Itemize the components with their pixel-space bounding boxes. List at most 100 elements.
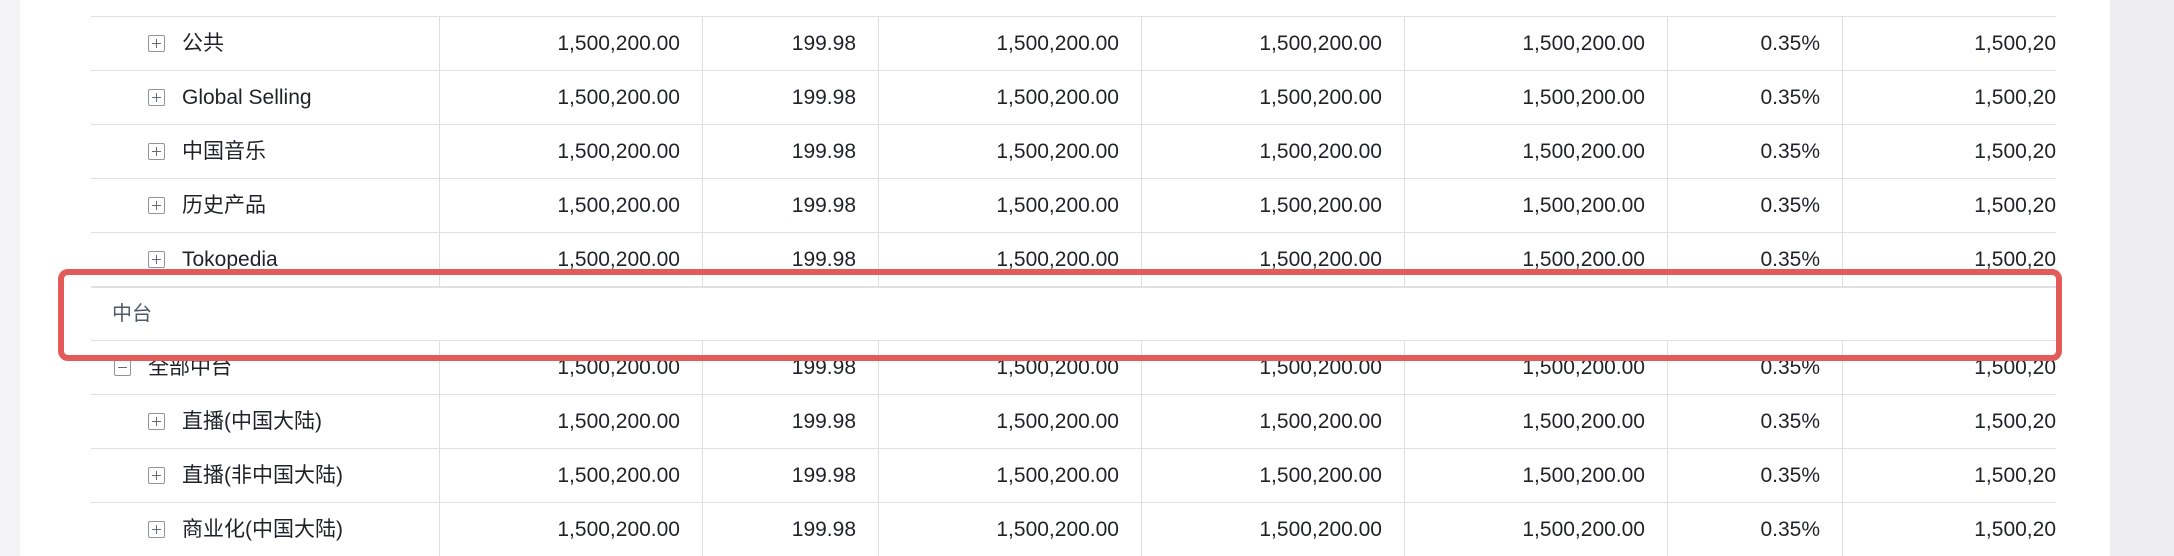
ratio-cell: 0.35% <box>1668 449 1843 502</box>
metric-d-cell: 1,500,200.00 <box>1142 17 1405 70</box>
table-panel: 公共 1,500,200.00 199.98 1,500,200.00 1,500,20… <box>20 0 2110 556</box>
metric-b-cell: 199.98 <box>703 503 879 556</box>
table-row[interactable]: 直播(中国大陆) 1,500,200.00 199.98 1,500,200.00 1,… <box>91 395 2056 449</box>
metric-e-cell: 1,500,200.00 <box>1405 71 1668 124</box>
metric-c-cell: 1,500,200.00 <box>879 179 1142 232</box>
section-label: 中台 <box>112 303 152 325</box>
metric-e-cell: 1,500,200.00 <box>1405 125 1668 178</box>
table-row[interactable]: 中国音乐 1,500,200.00 199.98 1,500,200.00 1,500,… <box>91 125 2056 179</box>
table-row[interactable]: 直播(非中国大陆) 1,500,200.00 199.98 1,500,200.00 1… <box>91 449 2056 503</box>
metric-e-cell: 1,500,200.00 <box>1405 179 1668 232</box>
row-name: 直播(非中国大陆) <box>182 464 343 487</box>
metric-b-cell: 199.98 <box>703 395 879 448</box>
metric-d-cell: 1,500,200.00 <box>1142 341 1405 394</box>
name-cell: 直播(中国大陆) <box>91 395 440 448</box>
metric-d-cell: 1,500,200.00 <box>1142 233 1405 286</box>
collapse-icon[interactable] <box>114 359 131 376</box>
expand-icon[interactable] <box>148 143 165 160</box>
metric-f-cell: 1,500,20 <box>1974 248 2056 271</box>
metric-f-cell: 1,500,20 <box>1974 140 2056 163</box>
metric-c-cell: 1,500,200.00 <box>879 341 1142 394</box>
ratio-cell: 0.35% <box>1668 503 1843 556</box>
expand-icon[interactable] <box>148 413 165 430</box>
metric-b-cell: 199.98 <box>703 341 879 394</box>
metric-c-cell: 1,500,200.00 <box>879 233 1142 286</box>
metric-d-cell: 1,500,200.00 <box>1142 503 1405 556</box>
metric-c-cell: 1,500,200.00 <box>879 503 1142 556</box>
row-name: 直播(中国大陆) <box>182 410 322 433</box>
expand-icon[interactable] <box>148 521 165 538</box>
metric-d-cell: 1,500,200.00 <box>1142 449 1405 502</box>
metric-b-cell: 199.98 <box>703 71 879 124</box>
metric-a-cell: 1,500,200.00 <box>440 179 703 232</box>
metric-f-cell: 1,500,20 <box>1974 356 2056 379</box>
metric-a-cell: 1,500,200.00 <box>440 449 703 502</box>
metric-a-cell: 1,500,200.00 <box>440 395 703 448</box>
metric-c-cell: 1,500,200.00 <box>879 71 1142 124</box>
ratio-cell: 0.35% <box>1668 179 1843 232</box>
metric-f-cell: 1,500,20 <box>1974 86 2056 109</box>
metric-a-cell: 1,500,200.00 <box>440 71 703 124</box>
table-row[interactable]: Global Selling 1,500,200.00 199.98 1,500,20… <box>91 71 2056 125</box>
expand-icon[interactable] <box>148 467 165 484</box>
row-name: Global Selling <box>182 86 312 109</box>
table-row[interactable]: 公共 1,500,200.00 199.98 1,500,200.00 1,500,20… <box>91 17 2056 71</box>
row-name: 中国音乐 <box>182 140 266 163</box>
name-cell: 中国音乐 <box>91 125 440 178</box>
row-name: 历史产品 <box>182 194 266 217</box>
metric-e-cell: 1,500,200.00 <box>1405 233 1668 286</box>
ratio-cell: 0.35% <box>1668 233 1843 286</box>
metric-c-cell: 1,500,200.00 <box>879 395 1142 448</box>
ratio-cell: 0.35% <box>1668 341 1843 394</box>
metric-e-cell: 1,500,200.00 <box>1405 449 1668 502</box>
metric-a-cell: 1,500,200.00 <box>440 17 703 70</box>
metric-e-cell: 1,500,200.00 <box>1405 395 1668 448</box>
metric-e-cell: 1,500,200.00 <box>1405 17 1668 70</box>
metric-c-cell: 1,500,200.00 <box>879 17 1142 70</box>
ratio-cell: 0.35% <box>1668 125 1843 178</box>
metric-f-cell: 1,500,20 <box>1974 518 2056 541</box>
row-name: Tokopedia <box>182 248 278 271</box>
name-cell: 公共 <box>91 17 440 70</box>
metric-b-cell: 199.98 <box>703 179 879 232</box>
row-name: 全部中台 <box>148 356 232 379</box>
expand-icon[interactable] <box>148 251 165 268</box>
expand-icon[interactable] <box>148 197 165 214</box>
ratio-cell: 0.35% <box>1668 395 1843 448</box>
name-cell: 直播(非中国大陆) <box>91 449 440 502</box>
metric-f-cell: 1,500,20 <box>1974 464 2056 487</box>
metric-f-cell: 1,500,20 <box>1974 32 2056 55</box>
metric-a-cell: 1,500,200.00 <box>440 341 703 394</box>
metric-e-cell: 1,500,200.00 <box>1405 341 1668 394</box>
row-name: 商业化(中国大陆) <box>182 518 343 541</box>
expand-icon[interactable] <box>148 89 165 106</box>
table-row[interactable]: Tokopedia 1,500,200.00 199.98 1,500,200.00 1… <box>91 233 2056 287</box>
metric-d-cell: 1,500,200.00 <box>1142 179 1405 232</box>
expand-icon[interactable] <box>148 35 165 52</box>
left-gutter <box>0 0 20 556</box>
metric-b-cell: 199.98 <box>703 17 879 70</box>
metric-e-cell: 1,500,200.00 <box>1405 503 1668 556</box>
data-table: 公共 1,500,200.00 199.98 1,500,200.00 1,500,20… <box>91 0 2056 556</box>
name-cell: 全部中台 <box>91 341 440 394</box>
metric-a-cell: 1,500,200.00 <box>440 125 703 178</box>
metric-f-cell: 1,500,20 <box>1974 194 2056 217</box>
name-cell: Tokopedia <box>91 233 440 286</box>
name-cell: 历史产品 <box>91 179 440 232</box>
metric-f-cell: 1,500,20 <box>1974 410 2056 433</box>
metric-d-cell: 1,500,200.00 <box>1142 125 1405 178</box>
metric-b-cell: 199.98 <box>703 125 879 178</box>
metric-b-cell: 199.98 <box>703 449 879 502</box>
name-cell: 商业化(中国大陆) <box>91 503 440 556</box>
table-row[interactable]: 全部中台 1,500,200.00 199.98 1,500,200.00 1,500,… <box>91 341 2056 395</box>
table-row[interactable]: 历史产品 1,500,200.00 199.98 1,500,200.00 1,500,… <box>91 179 2056 233</box>
ratio-cell: 0.35% <box>1668 17 1843 70</box>
metric-c-cell: 1,500,200.00 <box>879 449 1142 502</box>
metric-c-cell: 1,500,200.00 <box>879 125 1142 178</box>
name-cell: Global Selling <box>91 71 440 124</box>
metric-b-cell: 199.98 <box>703 233 879 286</box>
section-header-row: 中台 <box>91 287 2056 341</box>
table-row[interactable]: 商业化(中国大陆) 1,500,200.00 199.98 1,500,200.00 1… <box>91 503 2056 556</box>
previous-row-stub <box>91 0 2056 17</box>
metric-d-cell: 1,500,200.00 <box>1142 71 1405 124</box>
